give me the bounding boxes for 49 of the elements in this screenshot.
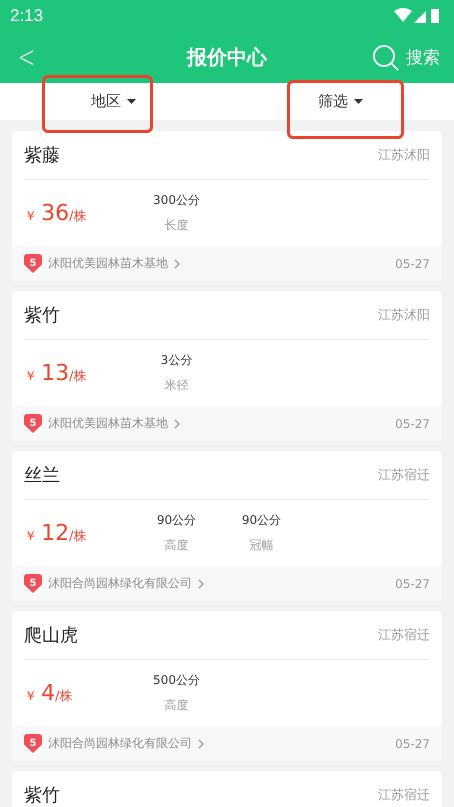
spec-label: 高度 xyxy=(164,537,188,554)
level-badge: 5 xyxy=(24,254,42,273)
spec-value: 90公分 xyxy=(156,512,196,529)
page-title: 报价中心 xyxy=(187,44,267,71)
caret-icon xyxy=(127,99,136,104)
plant-name: 丝兰 xyxy=(24,464,60,487)
level-badge: 5 xyxy=(24,734,42,753)
price: ￥ 4/株 xyxy=(24,680,74,706)
chevron-icon xyxy=(198,738,204,748)
plant-name: 紫竹 xyxy=(24,784,60,807)
price: ￥ 36/株 xyxy=(24,200,88,226)
location: 江苏沭阳 xyxy=(378,307,430,324)
date: 05-27 xyxy=(395,576,430,590)
chevron-icon xyxy=(198,578,204,588)
listing-card[interactable]: 紫藤 江苏沭阳 ￥ 36/株 300公分 长度 5 沭阳优美园林苗木基地 05-27 xyxy=(12,131,442,281)
spec-label: 长度 xyxy=(164,217,188,234)
price: ￥ 12/株 xyxy=(24,520,88,546)
chevron-icon xyxy=(174,418,180,428)
listing-card[interactable]: 紫竹 江苏沭阳 ￥ 13/株 3公分 米径 5 沭阳优美园林苗木基地 05-27 xyxy=(12,291,442,441)
date: 05-27 xyxy=(395,736,430,750)
level-badge: 5 xyxy=(24,574,42,593)
status-time: 2:13 xyxy=(10,6,44,26)
level-badge: 5 xyxy=(24,414,42,433)
search-icon xyxy=(372,44,400,72)
price: ￥ 13/株 xyxy=(24,360,88,386)
spec-label: 高度 xyxy=(164,697,188,714)
spec-value: 500公分 xyxy=(153,672,200,689)
location: 江苏宿迁 xyxy=(378,467,430,484)
spec-value: 3公分 xyxy=(160,352,192,369)
spec-value: 300公分 xyxy=(153,192,200,209)
spec-label: 冠幅 xyxy=(250,537,274,554)
filter-dropdown[interactable]: 地区 xyxy=(0,83,227,120)
chevron-icon xyxy=(174,258,180,268)
location: 江苏沭阳 xyxy=(378,147,430,164)
spec-label: 米径 xyxy=(164,377,188,394)
status-icons xyxy=(394,7,440,25)
location: 江苏宿迁 xyxy=(378,787,430,804)
date: 05-27 xyxy=(395,416,430,430)
location: 江苏宿迁 xyxy=(378,627,430,644)
listing-card[interactable]: 丝兰 江苏宿迁 ￥ 12/株 90公分 高度 90公分 冠幅 5 沭阳合尚园林绿化有限公司 05-27 xyxy=(12,451,442,601)
filter-dropdown[interactable]: 筛选 xyxy=(227,83,454,120)
listing-card[interactable]: 紫竹 江苏宿迁 xyxy=(12,771,442,807)
plant-name: 紫竹 xyxy=(24,304,60,327)
listing-card[interactable]: 爬山虎 江苏宿迁 ￥ 4/株 500公分 高度 5 沭阳合尚园林绿化有限公司 05-27 xyxy=(12,611,442,761)
date: 05-27 xyxy=(395,256,430,270)
caret-icon xyxy=(354,99,363,104)
plant-name: 紫藤 xyxy=(24,144,60,167)
plant-name: 爬山虎 xyxy=(24,624,78,647)
spec-value: 90公分 xyxy=(242,512,282,529)
